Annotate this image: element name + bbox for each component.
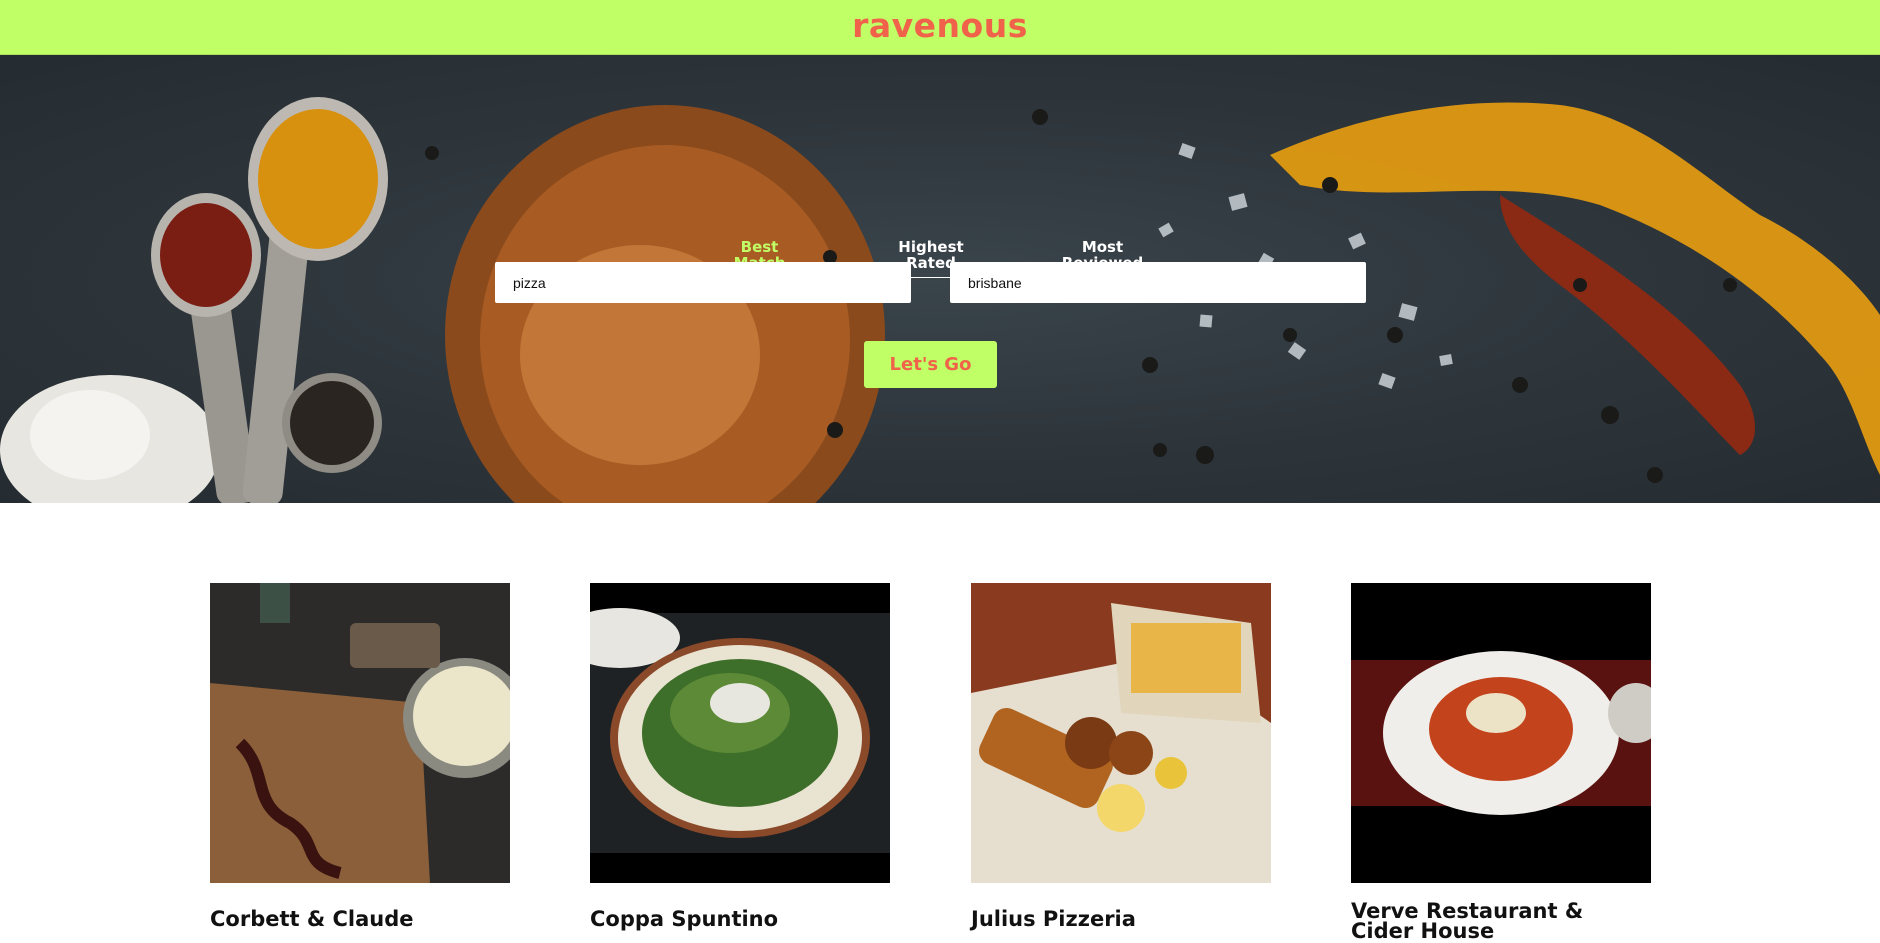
search-term-input[interactable] xyxy=(495,262,911,303)
food-photo-icon xyxy=(210,583,510,883)
lets-go-button[interactable]: Let's Go xyxy=(864,341,997,388)
business-card[interactable]: Julius Pizzeria xyxy=(971,583,1271,931)
sort-option-label: Highest xyxy=(898,238,964,256)
spices-background-image xyxy=(0,97,1880,503)
fish-and-chips-photo-icon xyxy=(971,583,1271,883)
search-location-input[interactable] xyxy=(950,262,1366,303)
search-hero: Best Match Highest Rated Most Reviewed L… xyxy=(0,55,1880,503)
business-card[interactable]: Coppa Spuntino xyxy=(590,583,890,931)
business-name: Coppa Spuntino xyxy=(590,907,779,931)
top-navbar: ravenous xyxy=(0,0,1880,55)
business-card[interactable]: Corbett & Claude xyxy=(210,583,510,931)
business-name: Corbett & Claude xyxy=(210,907,414,931)
salad-photo-icon xyxy=(590,583,890,883)
sort-option-label: Best xyxy=(740,238,779,256)
business-name: Verve Restaurant & Cider House xyxy=(1351,899,1584,943)
business-name: Julius Pizzeria xyxy=(971,907,1136,931)
pasta-photo-icon xyxy=(1351,583,1651,883)
app-logo[interactable]: ravenous xyxy=(852,6,1028,45)
business-card[interactable]: Verve Restaurant & Cider House xyxy=(1351,583,1651,943)
sort-option-label: Most xyxy=(1081,238,1124,256)
